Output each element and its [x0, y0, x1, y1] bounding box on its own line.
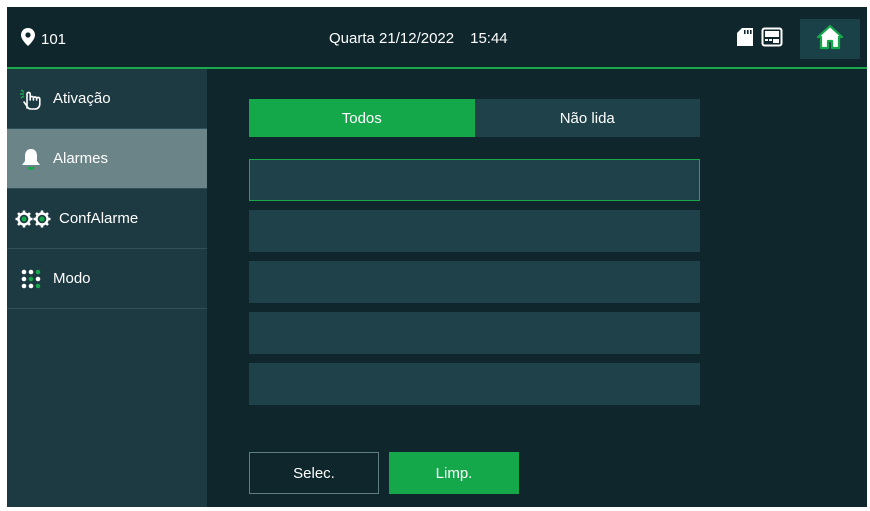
- location-indicator: 101: [21, 28, 67, 50]
- home-icon: [816, 24, 844, 55]
- list-item[interactable]: [249, 363, 700, 405]
- clear-button[interactable]: Limp.: [389, 452, 519, 494]
- sidebar-item-label: ConfAlarme: [59, 210, 139, 227]
- time: 15:44: [470, 30, 508, 47]
- status-icons: [737, 27, 783, 52]
- bell-icon: [17, 145, 45, 173]
- date-time: Quarta 21/12/2022 15:44: [329, 30, 508, 47]
- list-item[interactable]: [249, 210, 700, 252]
- room-number: 101: [41, 30, 67, 48]
- date: 21/12/2022: [379, 30, 455, 47]
- tab-nao-lida[interactable]: Não lida: [474, 99, 700, 137]
- sd-card-icon: [737, 28, 753, 51]
- list-item[interactable]: [249, 312, 700, 354]
- device-screen: 101 Quarta 21/12/2022 15:44 Ativação Ala…: [7, 7, 867, 507]
- sidebar-item-confalarme[interactable]: ConfAlarme: [7, 189, 207, 249]
- sidebar-item-ativacao[interactable]: Ativação: [7, 69, 207, 129]
- list-item[interactable]: [249, 159, 700, 201]
- sidebar-item-alarmes[interactable]: Alarmes: [7, 129, 207, 189]
- hand-touch-icon: [17, 85, 45, 113]
- sidebar-item-label: Ativação: [53, 90, 111, 107]
- sidebar: Ativação Alarmes ConfAlarme Modo: [7, 69, 207, 507]
- dots-grid-icon: [17, 265, 45, 293]
- location-pin-icon: [21, 28, 35, 50]
- sidebar-item-label: Alarmes: [53, 150, 109, 167]
- list-item[interactable]: [249, 261, 700, 303]
- select-button[interactable]: Selec.: [249, 452, 379, 494]
- monitor-icon: [761, 27, 783, 52]
- alarm-filter-tabs: Todos Não lida: [249, 99, 700, 137]
- top-bar: 101 Quarta 21/12/2022 15:44: [7, 7, 867, 69]
- tab-todos[interactable]: Todos: [249, 99, 475, 137]
- gears-icon: [13, 205, 53, 233]
- home-button[interactable]: [800, 19, 860, 59]
- sidebar-item-modo[interactable]: Modo: [7, 249, 207, 309]
- weekday: Quarta: [329, 30, 375, 47]
- sidebar-item-label: Modo: [53, 270, 91, 287]
